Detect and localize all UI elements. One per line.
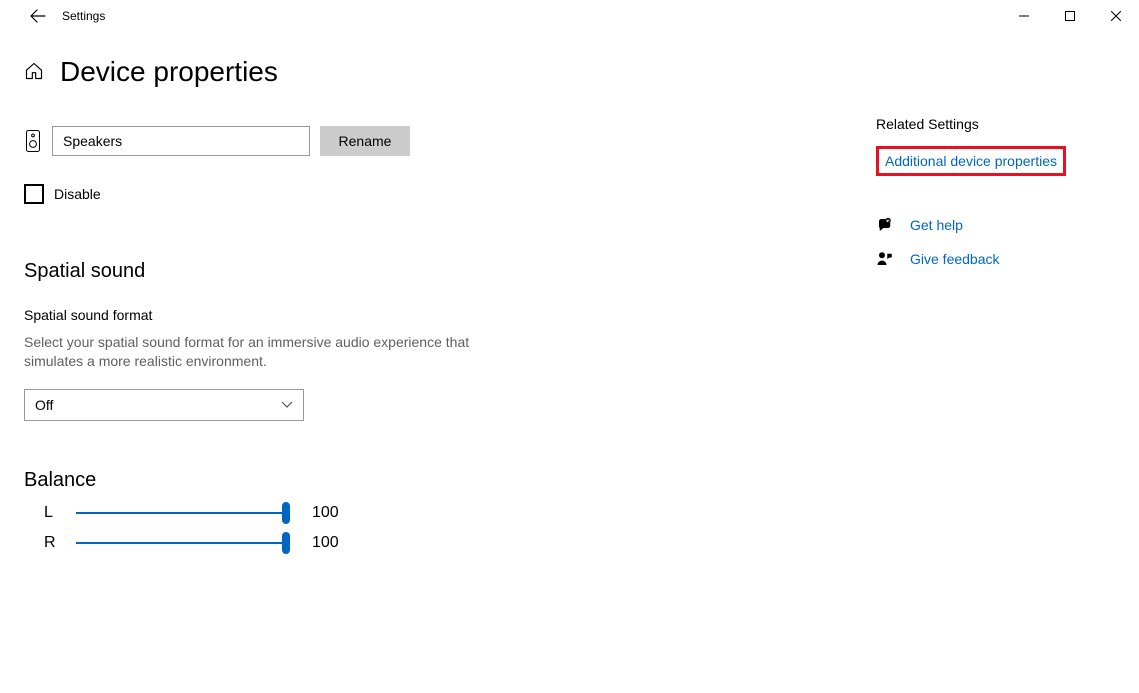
window-controls bbox=[1001, 0, 1139, 32]
balance-right-row: R 100 bbox=[44, 534, 784, 552]
side-panel: Related Settings Additional device prope… bbox=[876, 116, 1066, 284]
close-button[interactable] bbox=[1093, 0, 1139, 32]
balance-right-slider[interactable] bbox=[76, 534, 286, 552]
balance-right-value: 100 bbox=[312, 534, 339, 552]
close-icon bbox=[1111, 11, 1121, 21]
back-button[interactable] bbox=[18, 0, 58, 32]
give-feedback-link[interactable]: Give feedback bbox=[910, 251, 1000, 267]
balance-heading: Balance bbox=[24, 469, 784, 492]
page-title: Device properties bbox=[60, 56, 278, 88]
device-name-input[interactable] bbox=[52, 126, 310, 156]
get-help-link[interactable]: Get help bbox=[910, 217, 963, 233]
dropdown-selected-value: Off bbox=[35, 397, 53, 413]
balance-left-slider[interactable] bbox=[76, 504, 286, 522]
give-feedback-icon bbox=[876, 250, 894, 268]
balance-right-label: R bbox=[44, 534, 58, 552]
minimize-button[interactable] bbox=[1001, 0, 1047, 32]
related-settings-heading: Related Settings bbox=[876, 116, 1066, 132]
additional-device-properties-link[interactable]: Additional device properties bbox=[885, 153, 1057, 169]
spatial-sound-heading: Spatial sound bbox=[24, 260, 784, 283]
spatial-format-dropdown[interactable]: Off bbox=[24, 389, 304, 421]
disable-label: Disable bbox=[54, 186, 101, 202]
maximize-button[interactable] bbox=[1047, 0, 1093, 32]
back-arrow-icon bbox=[30, 8, 46, 24]
disable-checkbox[interactable] bbox=[24, 184, 44, 204]
balance-left-label: L bbox=[44, 504, 58, 522]
home-icon[interactable] bbox=[24, 61, 44, 84]
get-help-icon bbox=[876, 216, 894, 234]
spatial-description: Select your spatial sound format for an … bbox=[24, 333, 474, 371]
spatial-format-label: Spatial sound format bbox=[24, 307, 784, 323]
balance-left-row: L 100 bbox=[44, 504, 784, 522]
balance-left-value: 100 bbox=[312, 504, 339, 522]
speaker-icon bbox=[24, 128, 42, 154]
main-panel: Device properties Rename Disable Spatial… bbox=[24, 56, 784, 564]
app-title: Settings bbox=[62, 9, 105, 23]
chevron-down-icon bbox=[281, 398, 293, 412]
minimize-icon bbox=[1019, 11, 1029, 21]
maximize-icon bbox=[1065, 11, 1075, 21]
title-bar: Settings bbox=[0, 0, 1139, 32]
highlighted-link-box: Additional device properties bbox=[876, 146, 1066, 176]
rename-button[interactable]: Rename bbox=[320, 126, 410, 156]
